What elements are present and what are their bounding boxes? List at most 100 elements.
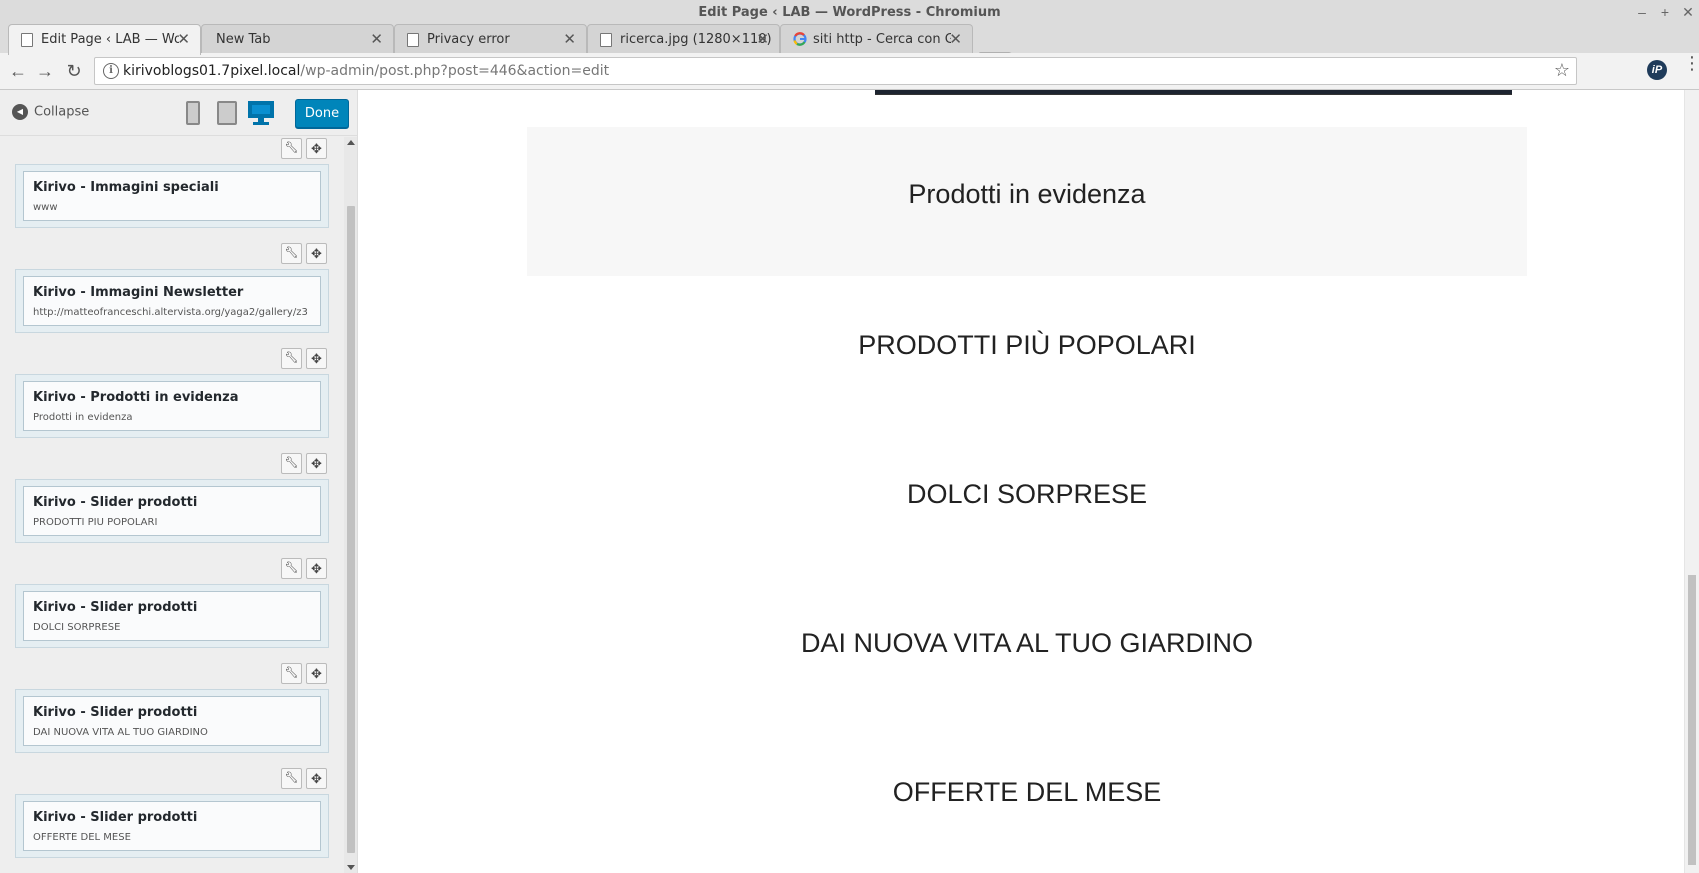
tab-google-search[interactable]: siti http - Cerca con Goo ✕ (780, 24, 973, 54)
collapse-button[interactable]: ◀ Collapse (12, 104, 89, 124)
minimize-button[interactable]: – (1633, 4, 1651, 20)
wrench-icon[interactable]: 🔧︎ (281, 138, 302, 159)
scroll-down-arrow-icon[interactable] (347, 865, 355, 870)
bookmark-star-icon[interactable]: ☆ (1554, 60, 1570, 81)
tab-privacy-error[interactable]: Privacy error ✕ (394, 24, 587, 54)
site-preview: Prodotti in evidenza PRODOTTI PIÙ POPOLA… (359, 90, 1699, 873)
customizer-sidebar: ◀ Collapse Done 🔧︎ ✥ Kirivo - Immagini sp… (0, 90, 358, 873)
document-icon (407, 33, 419, 47)
wrench-icon[interactable]: 🔧︎ (281, 348, 302, 369)
document-icon (600, 33, 612, 47)
widget-card[interactable]: Kirivo - Immagini Newsletter http://matt… (15, 269, 329, 333)
document-icon (21, 33, 33, 47)
window-title: Edit Page ‹ LAB — WordPress - Chromium (698, 5, 1001, 20)
browser-toolbar: ← → ↻ i kirivoblogs01.7pixel.local/wp-ad… (0, 53, 1699, 90)
close-tab-icon[interactable]: ✕ (949, 30, 962, 48)
collapse-label: Collapse (34, 104, 90, 120)
widget-summary[interactable]: Kirivo - Immagini Newsletter http://matt… (23, 276, 321, 326)
widget-card[interactable]: Kirivo - Slider prodotti OFFERTE DEL MES… (15, 794, 329, 858)
tab-label: ricerca.jpg (1280×110) (620, 32, 772, 47)
forward-arrow-icon[interactable]: → (34, 61, 56, 81)
move-icon[interactable]: ✥ (306, 243, 327, 264)
wrench-icon[interactable]: 🔧︎ (281, 558, 302, 579)
tablet-preview-icon[interactable] (217, 101, 237, 125)
info-icon[interactable]: i (103, 63, 119, 79)
scrollbar-thumb[interactable] (1688, 575, 1696, 865)
section-title: DOLCI SORPRESE (906, 479, 1148, 509)
widget-title: Kirivo - Slider prodotti (33, 495, 198, 510)
widget-tools: 🔧︎ ✥ (281, 768, 329, 790)
widget-summary[interactable]: Kirivo - Prodotti in evidenza Prodotti i… (23, 381, 321, 431)
wrench-icon[interactable]: 🔧︎ (281, 663, 302, 684)
tab-new-tab[interactable]: New Tab ✕ (201, 24, 394, 54)
move-icon[interactable]: ✥ (306, 348, 327, 369)
move-icon[interactable]: ✥ (306, 453, 327, 474)
section-title: OFFERTE DEL MESE (892, 777, 1162, 807)
wrench-icon[interactable]: 🔧︎ (281, 768, 302, 789)
collapse-arrow-icon: ◀ (12, 104, 28, 120)
section-title: PRODOTTI PIÙ POPOLARI (858, 330, 1196, 360)
close-tab-icon[interactable]: ✕ (370, 30, 383, 48)
widget-title: Kirivo - Immagini speciali (33, 180, 219, 195)
tab-label: Edit Page ‹ LAB — Word (41, 32, 179, 47)
url-host: kirivoblogs01.7pixel.local (123, 63, 301, 79)
widget-description: http://matteofranceschi.altervista.org/y… (33, 307, 308, 318)
scrollbar-thumb[interactable] (347, 206, 355, 853)
widget-card[interactable]: Kirivo - Slider prodotti DOLCI SORPRESE (15, 584, 329, 648)
widget-description: DOLCI SORPRESE (33, 622, 121, 633)
done-button[interactable]: Done (295, 99, 349, 128)
browser-menu-icon[interactable]: ⋮ (1683, 54, 1699, 72)
desktop-preview-icon[interactable] (248, 101, 274, 125)
tab-edit-page[interactable]: Edit Page ‹ LAB — Word ✕ (8, 24, 201, 55)
widget-tools: 🔧︎ ✥ (281, 243, 329, 265)
widget-list: 🔧︎ ✥ Kirivo - Immagini speciali www 🔧︎ ✥… (0, 137, 357, 873)
wrench-icon[interactable]: 🔧︎ (281, 243, 302, 264)
url-path: /wp-admin/post.php?post=446&action=edit (300, 63, 610, 79)
widget-tools: 🔧︎ ✥ (281, 348, 329, 370)
widget-title: Kirivo - Slider prodotti (33, 600, 198, 615)
move-icon[interactable]: ✥ (306, 558, 327, 579)
widget-description: PRODOTTI PIÙ POPOLARI (33, 517, 158, 528)
widget-summary[interactable]: Kirivo - Immagini speciali www (23, 171, 321, 221)
widget-summary[interactable]: Kirivo - Slider prodotti DOLCI SORPRESE (23, 591, 321, 641)
tab-label: New Tab (216, 32, 271, 47)
widget-summary[interactable]: Kirivo - Slider prodotti DAI NUOVA VITA … (23, 696, 321, 746)
tab-label: Privacy error (427, 32, 510, 47)
widget-title: Kirivo - Prodotti in evidenza (33, 390, 239, 405)
extension-icon[interactable]: iP (1647, 60, 1667, 80)
widget-card[interactable]: Kirivo - Slider prodotti DAI NUOVA VITA … (15, 689, 329, 753)
widget-title: Kirivo - Slider prodotti (33, 705, 198, 720)
close-tab-icon[interactable]: ✕ (563, 30, 576, 48)
move-icon[interactable]: ✥ (306, 138, 327, 159)
back-arrow-icon[interactable]: ← (7, 61, 29, 81)
widget-card[interactable]: Kirivo - Immagini speciali www (15, 164, 329, 228)
featured-products-title: Prodotti in evidenza (908, 179, 1146, 209)
close-window-button[interactable]: ✕ (1679, 4, 1697, 21)
sidebar-scrollbar[interactable] (344, 137, 357, 873)
reload-icon[interactable]: ↻ (63, 61, 85, 81)
close-tab-icon[interactable]: ✕ (756, 30, 769, 48)
move-icon[interactable]: ✥ (306, 663, 327, 684)
scroll-up-arrow-icon[interactable] (347, 140, 355, 145)
tab-ricerca-jpg[interactable]: ricerca.jpg (1280×110) ✕ (587, 24, 780, 54)
wrench-icon[interactable]: 🔧︎ (281, 453, 302, 474)
widget-summary[interactable]: Kirivo - Slider prodotti OFFERTE DEL MES… (23, 801, 321, 851)
maximize-button[interactable]: + (1656, 4, 1674, 20)
banner-image-edge (875, 90, 1512, 95)
tab-strip: Edit Page ‹ LAB — Word ✕ New Tab ✕ Priva… (0, 22, 1699, 70)
tab-label: siti http - Cerca con Goo (813, 32, 951, 47)
url-text[interactable]: kirivoblogs01.7pixel.local/wp-admin/post… (123, 63, 609, 79)
widget-description: DAI NUOVA VITA AL TUO GIARDINO (33, 727, 208, 738)
move-icon[interactable]: ✥ (306, 768, 327, 789)
widget-title: Kirivo - Immagini Newsletter (33, 285, 244, 300)
address-bar[interactable]: i kirivoblogs01.7pixel.local/wp-admin/po… (94, 57, 1577, 85)
close-tab-icon[interactable]: ✕ (177, 30, 190, 48)
preview-scrollbar[interactable] (1684, 90, 1699, 873)
mobile-preview-icon[interactable] (186, 101, 200, 125)
widget-card[interactable]: Kirivo - Prodotti in evidenza Prodotti i… (15, 374, 329, 438)
widget-summary[interactable]: Kirivo - Slider prodotti PRODOTTI PIÙ PO… (23, 486, 321, 536)
customizer-header: ◀ Collapse Done (0, 90, 357, 136)
widget-tools: 🔧︎ ✥ (281, 558, 329, 580)
widget-card[interactable]: Kirivo - Slider prodotti PRODOTTI PIÙ PO… (15, 479, 329, 543)
widget-tools: 🔧︎ ✥ (281, 138, 329, 160)
